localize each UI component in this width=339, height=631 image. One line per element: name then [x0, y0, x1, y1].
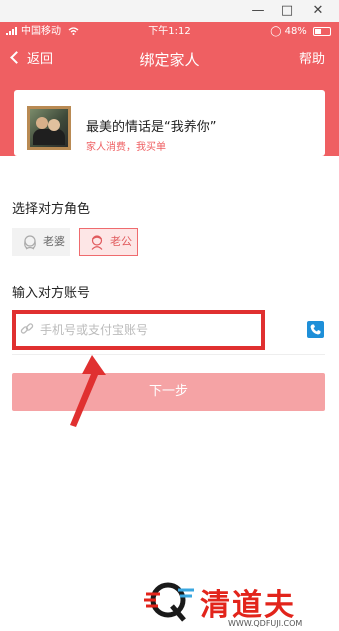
role-label-wife: 老婆 [43, 235, 65, 248]
status-right-group: ◯ 48% [270, 22, 331, 42]
role-label-husband: 老公 [110, 235, 132, 248]
input-underline [12, 354, 325, 355]
account-input-box [12, 310, 265, 350]
couple-photo [27, 106, 71, 150]
phone-icon [310, 324, 321, 335]
maximize-icon[interactable]: □ [272, 2, 302, 20]
annotation-arrow [70, 355, 106, 427]
watermark-url: WWW.QDFUJI.COM [228, 619, 303, 628]
wife-avatar-icon [24, 235, 36, 250]
page-title: 绑定家人 [139, 51, 200, 69]
close-icon[interactable]: ✕ [303, 2, 333, 20]
window-title-bar: — □ ✕ [0, 0, 339, 22]
minimize-icon[interactable]: — [243, 2, 273, 20]
watermark-brand: 清道夫 [200, 588, 296, 623]
alarm-icon: ◯ [270, 26, 282, 37]
link-icon [20, 323, 34, 334]
brand-logo-icon [144, 582, 194, 622]
card-title: 最美的情话是“我养你” [86, 120, 217, 135]
promo-card: 最美的情话是“我养你” 家人消费，我买单 [14, 90, 325, 156]
account-input[interactable] [40, 318, 260, 342]
husband-avatar-icon [91, 235, 103, 250]
help-button[interactable]: 帮助 [299, 50, 325, 70]
battery-percent: 48% [284, 26, 307, 37]
role-option-wife[interactable]: 老婆 [12, 228, 70, 256]
role-option-husband[interactable]: 老公 [79, 228, 138, 256]
site-watermark: 清道夫 WWW.QDFUJI.COM [142, 576, 339, 631]
account-section-label: 输入对方账号 [12, 286, 91, 301]
next-step-button[interactable]: 下一步 [12, 373, 325, 411]
card-subtitle: 家人消费，我买单 [86, 142, 166, 153]
contacts-button[interactable] [307, 321, 324, 338]
role-section-label: 选择对方角色 [12, 202, 91, 217]
nav-bar: 返回 绑定家人 帮助 [0, 42, 339, 78]
status-bar: 中国移动 下午1:12 ◯ 48% [0, 22, 339, 42]
battery-icon [313, 26, 331, 36]
